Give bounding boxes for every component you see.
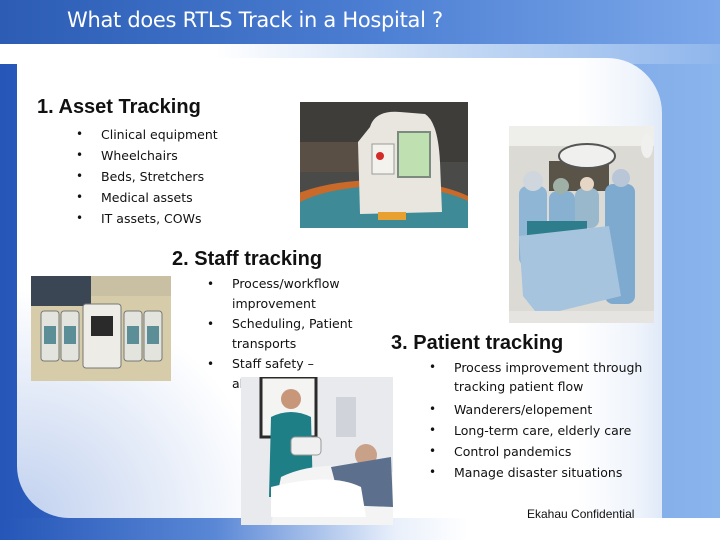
list-item: • Long-term care, elderly care <box>429 420 659 441</box>
list-item-text: Wheelchairs <box>101 148 178 163</box>
list-item: • Control pandemics <box>429 441 659 462</box>
list-item-text: Process/workflow improvement <box>232 276 340 311</box>
staff-tracking-list: • Process/workflow improvement • Schedulin… <box>207 274 357 394</box>
list-item-text: Manage disaster situations <box>454 465 623 480</box>
bullet-icon: • <box>429 360 437 374</box>
pump-modules-photo <box>31 276 171 381</box>
list-item-text: Long-term care, elderly care <box>454 423 632 438</box>
list-item-text: Control pandemics <box>454 444 572 459</box>
bullet-icon: • <box>76 127 84 141</box>
bullet-icon: • <box>429 465 437 479</box>
list-item: • Wheelchairs <box>76 145 218 166</box>
list-item-text: IT assets, COWs <box>101 211 202 226</box>
list-item-text: Medical assets <box>101 190 193 205</box>
list-item: • Manage disaster situations <box>429 462 659 483</box>
nurse-patient-photo <box>241 377 393 525</box>
list-item: • Medical assets <box>76 187 218 208</box>
asset-tracking-heading: 1. Asset Tracking <box>37 96 201 118</box>
bullet-icon: • <box>76 190 84 204</box>
list-item-text: Beds, Stretchers <box>101 169 205 184</box>
patient-tracking-list: • Process improvement through tracking pa… <box>429 358 659 483</box>
staff-tracking-heading: 2. Staff tracking <box>172 248 323 270</box>
list-item-text: Scheduling, Patient transports <box>232 316 353 351</box>
infusion-pump-illustration <box>300 102 468 228</box>
infusion-pump-photo <box>300 102 468 228</box>
list-item-text: Process improvement through tracking pat… <box>454 360 643 394</box>
pump-modules-illustration <box>31 276 171 381</box>
list-item: • Process/workflow improvement <box>207 274 357 314</box>
slide-title: What does RTLS Track in a Hospital ? <box>67 8 443 32</box>
footer-confidential: Ekahau Confidential <box>527 507 635 521</box>
patient-tracking-heading: 3. Patient tracking <box>391 332 564 354</box>
bullet-icon: • <box>76 169 84 183</box>
list-item-text: Clinical equipment <box>101 127 218 142</box>
nurse-patient-illustration <box>241 377 393 525</box>
list-item: • Scheduling, Patient transports <box>207 314 357 354</box>
list-item: • Clinical equipment <box>76 124 218 145</box>
operating-room-illustration <box>509 126 654 323</box>
bullet-icon: • <box>429 444 437 458</box>
bullet-icon: • <box>76 211 84 225</box>
bullet-icon: • <box>207 357 215 371</box>
list-item: • IT assets, COWs <box>76 208 218 229</box>
list-item: • Wanderers/elopement <box>429 399 659 420</box>
operating-room-photo <box>509 126 654 323</box>
list-item-text: Wanderers/elopement <box>454 402 593 417</box>
list-item: • Process improvement through tracking pa… <box>429 358 659 396</box>
bullet-icon: • <box>429 402 437 416</box>
bullet-icon: • <box>207 277 215 291</box>
bullet-icon: • <box>76 148 84 162</box>
list-item: • Beds, Stretchers <box>76 166 218 187</box>
bullet-icon: • <box>429 423 437 437</box>
asset-tracking-list: • Clinical equipment • Wheelchairs • Beds, … <box>76 124 218 229</box>
bullet-icon: • <box>207 317 215 331</box>
